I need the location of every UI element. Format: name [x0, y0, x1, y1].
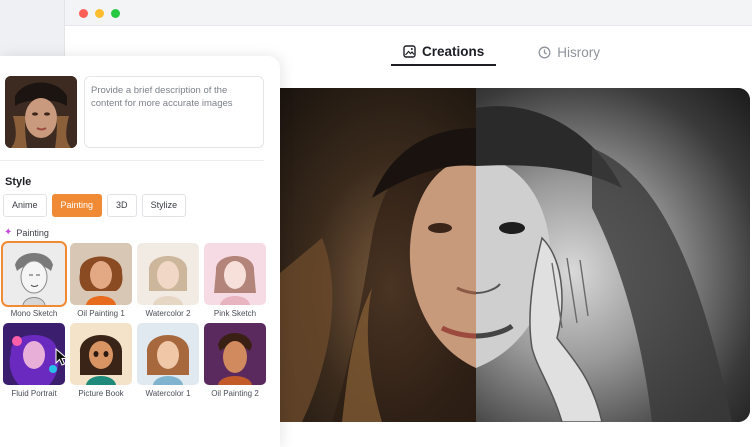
- uploaded-photo-thumbnail[interactable]: [5, 76, 77, 148]
- style-panel: Provide a brief description of the conte…: [0, 56, 280, 447]
- style-pink-sketch[interactable]: Pink Sketch: [204, 243, 266, 318]
- style-label: Pink Sketch: [213, 309, 257, 318]
- painting-subheading-label: Painting: [16, 227, 49, 238]
- style-mono-sketch[interactable]: Mono Sketch: [1, 241, 67, 318]
- close-window-button[interactable]: [79, 9, 88, 18]
- style-label: Oil Painting 1: [77, 309, 125, 318]
- style-watercolor-2[interactable]: Watercolor 2: [137, 243, 199, 318]
- tab-history[interactable]: Hisrory: [526, 38, 612, 66]
- style-thumbnail: [1, 241, 67, 307]
- style-label: Watercolor 1: [145, 389, 191, 398]
- chip-anime[interactable]: Anime: [3, 194, 47, 217]
- painting-subheading: ✦ Painting: [4, 227, 49, 238]
- style-oil-painting-1[interactable]: Oil Painting 1: [70, 243, 132, 318]
- chip-stylize[interactable]: Stylize: [141, 194, 187, 217]
- style-label: Fluid Portrait: [11, 389, 57, 398]
- style-label: Oil Painting 2: [211, 389, 259, 398]
- style-thumbnail: [204, 243, 266, 305]
- titlebar: [65, 0, 752, 26]
- top-tabs: Creations Hisrory: [391, 38, 612, 70]
- style-oil-painting-2[interactable]: Oil Painting 2: [204, 323, 266, 398]
- style-picture-book[interactable]: Picture Book: [70, 323, 132, 398]
- clock-icon: [538, 46, 551, 59]
- tab-history-label: Hisrory: [557, 44, 601, 60]
- style-thumbnail: [70, 243, 132, 305]
- style-watercolor-1[interactable]: Watercolor 1: [137, 323, 199, 398]
- sparkle-icon: ✦: [4, 227, 13, 238]
- style-thumbnail: [204, 323, 266, 385]
- style-label: Picture Book: [78, 389, 124, 398]
- style-label: Mono Sketch: [10, 309, 58, 318]
- maximize-window-button[interactable]: [111, 9, 120, 18]
- image-icon: [403, 44, 416, 58]
- chip-painting[interactable]: Painting: [51, 194, 103, 217]
- style-thumbnail: [137, 243, 199, 305]
- tab-creations-label: Creations: [422, 43, 485, 59]
- portrait-illustration: [262, 106, 732, 422]
- tab-creations[interactable]: Creations: [391, 38, 497, 66]
- style-category-chips: Anime Painting 3D Stylize: [3, 194, 187, 217]
- result-preview: [262, 88, 750, 422]
- style-label: Watercolor 2: [145, 309, 191, 318]
- mouse-cursor-icon: [55, 348, 69, 366]
- description-input[interactable]: Provide a brief description of the conte…: [84, 76, 264, 148]
- minimize-window-button[interactable]: [95, 9, 104, 18]
- style-heading: Style: [5, 176, 32, 188]
- description-placeholder: Provide a brief description of the conte…: [91, 85, 233, 109]
- style-thumbnail: [70, 323, 132, 385]
- style-thumbnail: [137, 323, 199, 385]
- divider: [0, 160, 264, 161]
- chip-3d[interactable]: 3D: [107, 194, 137, 217]
